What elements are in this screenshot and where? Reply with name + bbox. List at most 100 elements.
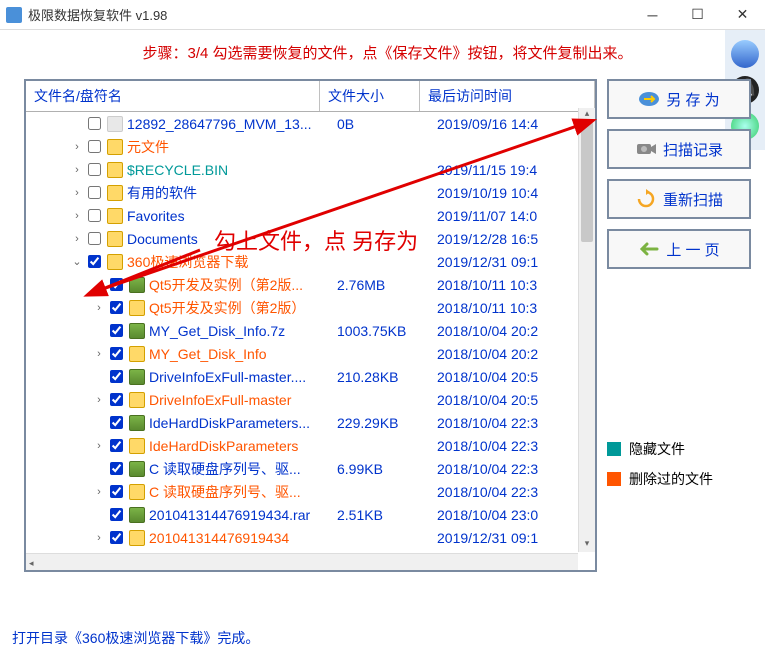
col-name-header[interactable]: 文件名/盘符名 <box>26 81 320 111</box>
row-checkbox[interactable] <box>110 485 123 498</box>
file-date: 2019/10/19 10:4 <box>437 185 538 201</box>
table-row[interactable]: MY_Get_Disk_Info.7z1003.75KB2018/10/04 2… <box>26 319 595 342</box>
table-row[interactable]: C 读取硬盘序列号、驱...6.99KB2018/10/04 22:3 <box>26 457 595 480</box>
table-row[interactable]: ›Documents2019/12/28 16:5 <box>26 227 595 250</box>
rescan-button[interactable]: 重新扫描 <box>607 179 751 219</box>
table-row[interactable]: DriveInfoExFull-master....210.28KB2018/1… <box>26 365 595 388</box>
file-date: 2018/10/04 20:5 <box>437 369 538 385</box>
row-checkbox[interactable] <box>110 416 123 429</box>
folder-icon <box>107 231 123 247</box>
maximize-button[interactable]: ☐ <box>675 0 720 30</box>
row-checkbox[interactable] <box>88 255 101 268</box>
rar-icon <box>129 507 145 523</box>
file-size: 6.99KB <box>337 461 437 477</box>
file-name: MY_Get_Disk_Info.7z <box>149 323 337 339</box>
row-checkbox[interactable] <box>110 531 123 544</box>
table-row[interactable]: ›Favorites2019/11/07 14:0 <box>26 204 595 227</box>
expand-toggle[interactable]: › <box>92 348 106 360</box>
prev-page-button[interactable]: 上 一 页 <box>607 229 751 269</box>
row-checkbox[interactable] <box>88 232 101 245</box>
row-checkbox[interactable] <box>110 301 123 314</box>
rar-icon <box>129 277 145 293</box>
row-checkbox[interactable] <box>110 462 123 475</box>
expand-toggle[interactable]: › <box>92 532 106 544</box>
file-date: 2019/12/28 16:5 <box>437 231 538 247</box>
table-row[interactable]: 201041314476919434.rar2.51KB2018/10/04 2… <box>26 503 595 526</box>
row-checkbox[interactable] <box>88 163 101 176</box>
scan-log-label: 扫描记录 <box>663 139 723 160</box>
scroll-up-icon[interactable]: ▴ <box>579 108 595 122</box>
row-checkbox[interactable] <box>110 508 123 521</box>
table-row[interactable]: ›C 读取硬盘序列号、驱...2018/10/04 22:3 <box>26 480 595 503</box>
file-name: 360极速浏览器下载 <box>127 252 337 272</box>
window-title: 极限数据恢复软件 v1.98 <box>28 5 630 24</box>
table-row[interactable]: ›元文件 <box>26 135 595 158</box>
file-date: 2018/10/04 22:3 <box>437 484 538 500</box>
table-row[interactable]: ›MY_Get_Disk_Info2018/10/04 20:2 <box>26 342 595 365</box>
row-checkbox[interactable] <box>110 439 123 452</box>
vertical-scrollbar[interactable]: ▴ ▾ <box>578 108 595 552</box>
col-size-header[interactable]: 文件大小 <box>320 81 420 111</box>
folder-icon <box>129 346 145 362</box>
table-row[interactable]: ›$RECYCLE.BIN2019/11/15 19:4 <box>26 158 595 181</box>
file-date: 2019/11/15 19:4 <box>437 162 537 178</box>
scroll-left-icon[interactable]: ◂ <box>29 558 34 568</box>
row-checkbox[interactable] <box>88 140 101 153</box>
row-checkbox[interactable] <box>110 370 123 383</box>
file-date: 2018/10/11 10:3 <box>437 277 537 293</box>
file-date: 2019/11/07 14:0 <box>437 208 537 224</box>
scan-log-button[interactable]: 扫描记录 <box>607 129 751 169</box>
table-row[interactable]: ›DriveInfoExFull-master2018/10/04 20:5 <box>26 388 595 411</box>
file-name: Qt5开发及实例（第2版... <box>149 275 337 295</box>
close-button[interactable]: ✕ <box>720 0 765 30</box>
table-row[interactable]: ›IdeHardDiskParameters2018/10/04 22:3 <box>26 434 595 457</box>
prev-page-label: 上 一 页 <box>666 239 719 260</box>
col-date-header[interactable]: 最后访问时间 <box>420 81 595 111</box>
arrow-left-icon <box>638 240 660 258</box>
camera-icon <box>635 140 657 158</box>
file-date: 2018/10/04 20:5 <box>437 392 538 408</box>
file-list[interactable]: 12892_28647796_MVM_13...0B2019/09/16 14:… <box>26 112 595 570</box>
file-name: DriveInfoExFull-master.... <box>149 369 337 385</box>
expand-toggle[interactable]: ⌄ <box>70 255 84 268</box>
file-date: 2019/12/31 09:1 <box>437 254 538 270</box>
save-icon <box>638 90 660 108</box>
save-as-button[interactable]: 另 存 为 <box>607 79 751 119</box>
expand-toggle[interactable]: › <box>92 302 106 314</box>
file-size: 1003.75KB <box>337 323 437 339</box>
file-name: 201041314476919434.rar <box>149 507 337 523</box>
table-row[interactable]: Qt5开发及实例（第2版...2.76MB2018/10/11 10:3 <box>26 273 595 296</box>
row-checkbox[interactable] <box>88 117 101 130</box>
row-checkbox[interactable] <box>110 393 123 406</box>
horizontal-scrollbar[interactable]: ◂ <box>26 553 578 570</box>
expand-toggle[interactable]: › <box>70 164 84 176</box>
table-row[interactable]: ⌄ 360极速浏览器下载 2019/12/31 09:1 <box>26 250 595 273</box>
scroll-thumb[interactable] <box>581 122 593 242</box>
row-checkbox[interactable] <box>88 209 101 222</box>
expand-toggle[interactable]: › <box>92 440 106 452</box>
expand-toggle[interactable]: › <box>92 486 106 498</box>
folder-icon <box>129 392 145 408</box>
expand-toggle[interactable]: › <box>70 187 84 199</box>
file-list-panel: 文件名/盘符名 文件大小 最后访问时间 12892_28647796_MVM_1… <box>24 79 597 572</box>
table-row[interactable]: ›Qt5开发及实例（第2版）2018/10/11 10:3 <box>26 296 595 319</box>
table-row[interactable]: ›2010413144769194342019/12/31 09:1 <box>26 526 595 549</box>
table-row[interactable]: ›有用的软件2019/10/19 10:4 <box>26 181 595 204</box>
scroll-down-icon[interactable]: ▾ <box>579 538 595 552</box>
row-checkbox[interactable] <box>110 324 123 337</box>
legend-hidden-swatch <box>607 442 621 456</box>
expand-toggle[interactable]: › <box>70 141 84 153</box>
row-checkbox[interactable] <box>88 186 101 199</box>
table-row[interactable]: IdeHardDiskParameters...229.29KB2018/10/… <box>26 411 595 434</box>
rescan-label: 重新扫描 <box>663 189 723 210</box>
status-bar: 打开目录《360极速浏览器下载》完成。 <box>12 628 259 648</box>
expand-toggle[interactable]: › <box>70 210 84 222</box>
row-checkbox[interactable] <box>110 278 123 291</box>
minimize-button[interactable]: ─ <box>630 0 675 30</box>
expand-toggle[interactable]: › <box>70 233 84 245</box>
file-icon <box>107 116 123 132</box>
expand-toggle[interactable]: › <box>92 394 106 406</box>
row-checkbox[interactable] <box>110 347 123 360</box>
table-row[interactable]: 12892_28647796_MVM_13...0B2019/09/16 14:… <box>26 112 595 135</box>
folder-icon <box>107 208 123 224</box>
